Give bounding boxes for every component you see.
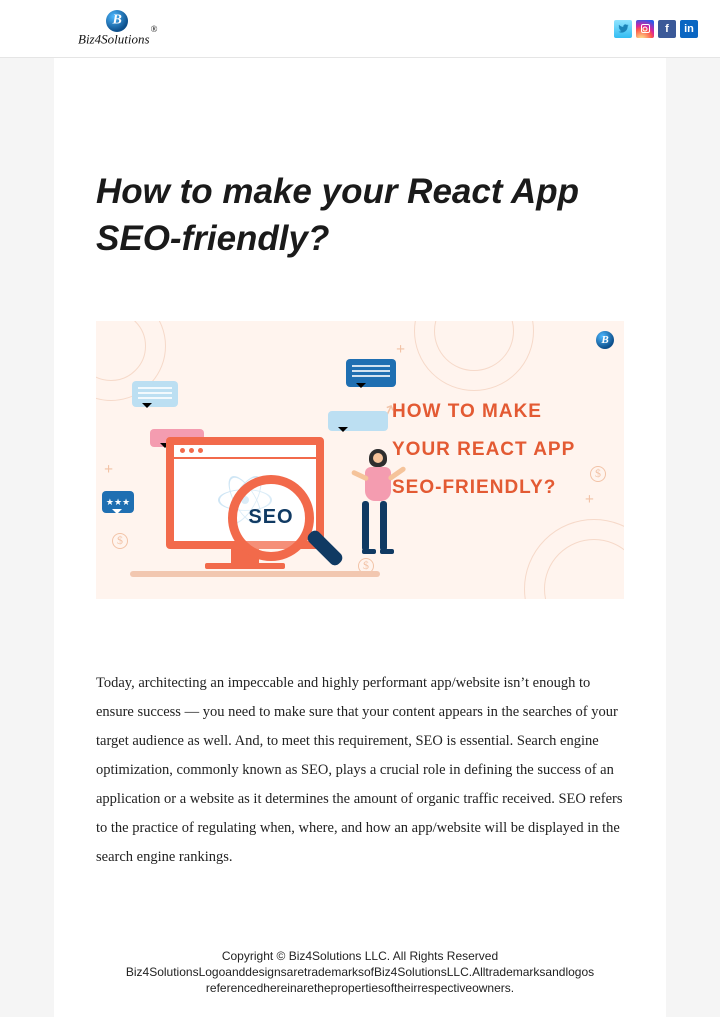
- social-links: f in: [614, 20, 698, 38]
- linkedin-icon[interactable]: in: [680, 20, 698, 38]
- site-header: Biz4Solutions® f in: [0, 0, 720, 58]
- document-page: How to make your React App SEO-friendly?…: [54, 58, 666, 1017]
- instagram-icon[interactable]: [636, 20, 654, 38]
- brand-mark-icon: [106, 10, 128, 32]
- trademark-line-2: referencedhereinarethepropertiesoftheirr…: [60, 980, 660, 996]
- copyright-line: Copyright © Biz4Solutions LLC. All Right…: [60, 948, 660, 964]
- seo-badge-text: SEO: [248, 506, 293, 529]
- speech-bubble-icon: [328, 411, 388, 431]
- twitter-icon[interactable]: [614, 20, 632, 38]
- hero-banner: +++ $$$ ↗ B ★★★: [96, 321, 624, 599]
- article-title: How to make your React App SEO-friendly?: [96, 168, 624, 263]
- ground-shadow: [130, 571, 380, 577]
- speech-bubble-icon: [346, 359, 396, 387]
- hero-headline: HOW TO MAKE YOUR REACT APP SEO-FRIENDLY?: [392, 393, 602, 507]
- article-body: Today, architecting an impeccable and hi…: [96, 669, 624, 872]
- magnifier-seo-icon: SEO: [228, 475, 314, 561]
- brand-logo[interactable]: Biz4Solutions®: [78, 10, 156, 47]
- speech-bubble-icon: [132, 381, 178, 407]
- page-footer: Copyright © Biz4Solutions LLC. All Right…: [0, 948, 720, 997]
- brand-name: Biz4Solutions®: [78, 30, 156, 47]
- rating-bubble-icon: ★★★: [102, 491, 134, 513]
- facebook-icon[interactable]: f: [658, 20, 676, 38]
- trademark-line-1: Biz4SolutionsLogoanddesignsaretrademarks…: [60, 964, 660, 980]
- hero-brand-icon: B: [596, 331, 614, 349]
